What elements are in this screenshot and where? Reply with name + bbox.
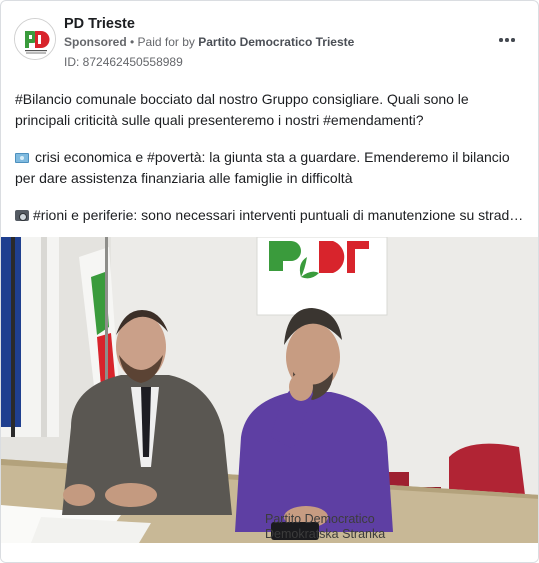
library-id: ID: 872462450558989 bbox=[64, 55, 183, 69]
post-paragraph-1: #Bilancio comunale bocciato dal nostro G… bbox=[15, 91, 469, 128]
post-paragraph-3-text: #rioni e periferie: sono necessari inter… bbox=[33, 207, 527, 223]
sponsor-line: Sponsored • Paid for by Partito Democrat… bbox=[64, 35, 354, 49]
paid-for-prefix: Paid for by bbox=[137, 35, 199, 49]
dot bbox=[511, 38, 515, 42]
page-avatar[interactable] bbox=[14, 18, 56, 60]
post-paragraph-3: #rioni e periferie: sono necessari inter… bbox=[15, 205, 527, 226]
logo-line-2: Demokratska Stranka bbox=[265, 527, 386, 541]
ad-card: PD Trieste Sponsored • Paid for by Parti… bbox=[0, 0, 539, 563]
ad-header: PD Trieste Sponsored • Paid for by Parti… bbox=[1, 1, 538, 79]
card-footer bbox=[1, 543, 538, 562]
money-icon bbox=[15, 153, 29, 163]
logo-line-1: Partito Democratico bbox=[265, 512, 375, 526]
more-options-icon[interactable] bbox=[494, 31, 520, 49]
press-conference-photo bbox=[1, 237, 538, 543]
advertiser-name[interactable]: Partito Democratico Trieste bbox=[198, 35, 354, 49]
dot bbox=[505, 38, 509, 42]
post-paragraph-2: crisi economica e #povertà: la giunta st… bbox=[15, 147, 527, 189]
post-text: #Bilancio comunale bocciato dal nostro G… bbox=[15, 89, 527, 242]
ad-photo[interactable]: Partito Democratico Demokratska Stranka bbox=[1, 237, 538, 543]
page-name[interactable]: PD Trieste bbox=[64, 16, 135, 32]
post-paragraph-2-text: crisi economica e #povertà: la giunta st… bbox=[15, 149, 510, 186]
sponsored-label: Sponsored bbox=[64, 35, 127, 49]
pd-logo-icon bbox=[15, 19, 55, 59]
camera-icon bbox=[15, 210, 29, 221]
dot bbox=[499, 38, 503, 42]
meta-separator: • bbox=[126, 35, 138, 49]
